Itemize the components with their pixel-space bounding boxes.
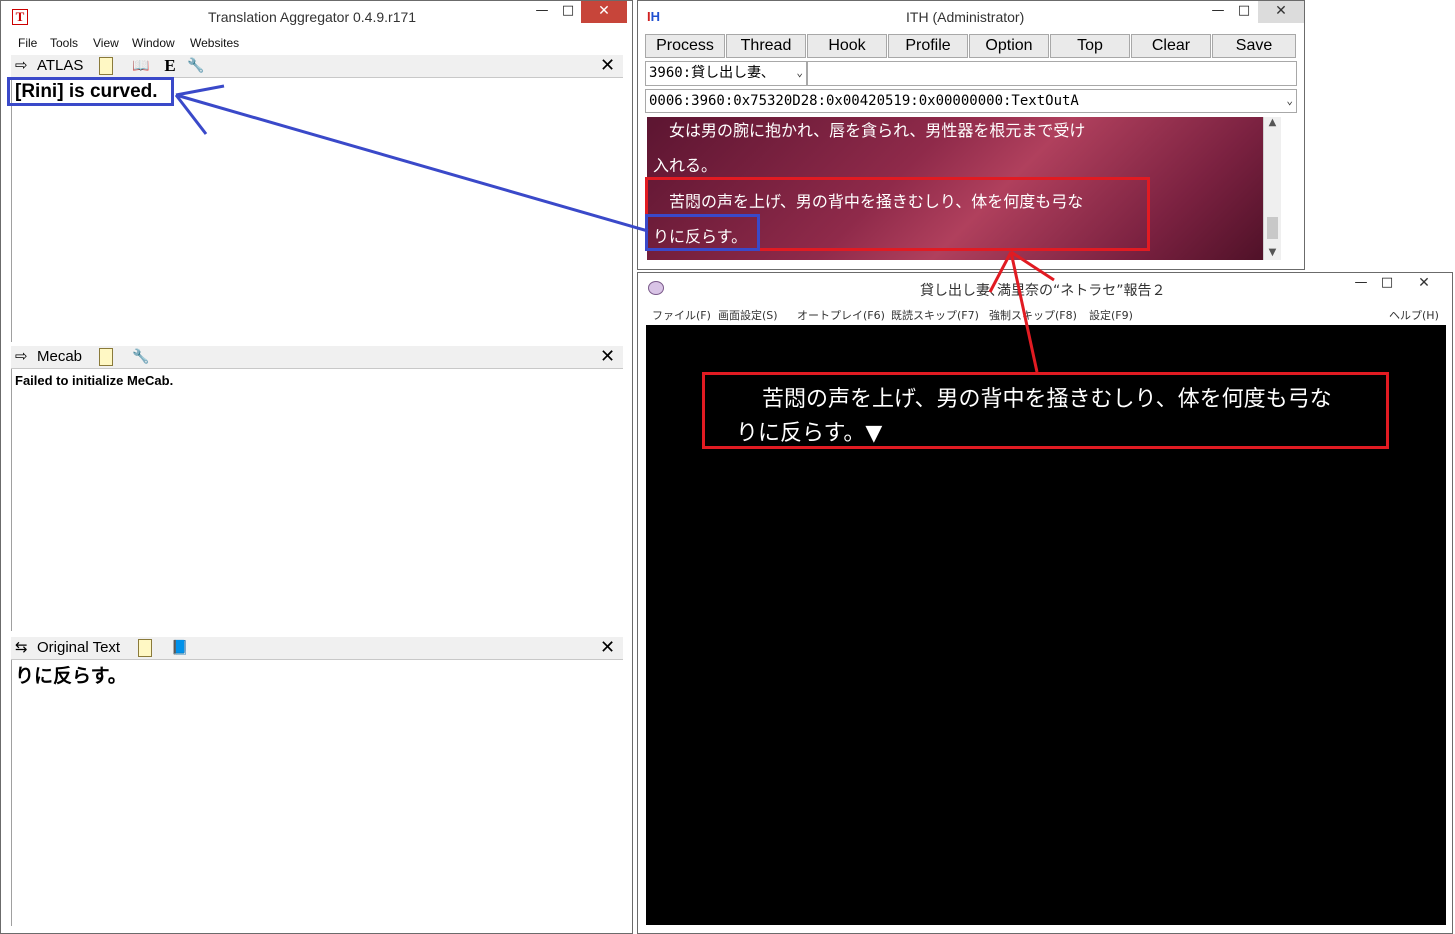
highlight-game-text-box: [702, 372, 1389, 449]
original-pane-title: Original Text: [37, 639, 121, 656]
hook-select[interactable]: 0006:3960:0x75320D28:0x00420519:0x000000…: [645, 89, 1297, 113]
translation-aggregator-window: T Translation Aggregator 0.4.9.r171 — □ …: [0, 0, 633, 934]
hook-select-value: 0006:3960:0x75320D28:0x00420519:0x000000…: [649, 93, 1079, 109]
ith-titlebar[interactable]: IH ITH (Administrator) — □ ✕: [638, 1, 1304, 31]
menu-screen-settings[interactable]: 画面設定(S): [718, 307, 778, 323]
menu-read-skip[interactable]: 既読スキップ(F7): [891, 307, 979, 323]
minimize-button[interactable]: —: [529, 1, 555, 23]
hook-button[interactable]: Hook: [807, 34, 887, 58]
clear-button[interactable]: Clear: [1131, 34, 1211, 58]
minimize-button[interactable]: —: [1348, 273, 1374, 295]
original-pane-body[interactable]: りに反らす。: [11, 660, 624, 926]
arrow-right-icon[interactable]: ⇨: [15, 347, 28, 365]
wrench-icon[interactable]: 🔧: [132, 348, 150, 366]
window-title: 貸し出し妻､満里奈の“ネトラセ”報告２: [920, 283, 1166, 299]
mecab-pane-title: Mecab: [37, 348, 83, 365]
wrench-icon[interactable]: 🔧: [187, 57, 205, 75]
ta-titlebar[interactable]: T Translation Aggregator 0.4.9.r171 — □ …: [1, 1, 632, 31]
scroll-thumb[interactable]: [1267, 217, 1278, 239]
close-icon[interactable]: ✕: [600, 55, 615, 76]
command-input[interactable]: [807, 61, 1297, 86]
mecab-status-text: Failed to initialize MeCab.: [15, 373, 174, 388]
process-select-value: 3960:貸し出し妻､: [649, 65, 769, 81]
atlas-pane-body[interactable]: [Rini] is curved.: [11, 78, 624, 342]
top-button[interactable]: Top: [1050, 34, 1130, 58]
close-button[interactable]: ✕: [1258, 1, 1304, 23]
maximize-button[interactable]: □: [1374, 273, 1400, 295]
menu-settings[interactable]: 設定(F9): [1089, 307, 1133, 323]
scroll-down-icon[interactable]: ▼: [1264, 247, 1281, 258]
highlight-translation-box: [7, 77, 174, 106]
text-line: 女は男の腕に抱かれ、唇を貪られ、男性器を根元まで受け: [669, 121, 1086, 140]
window-title: Translation Aggregator 0.4.9.r171: [208, 9, 417, 25]
option-button[interactable]: Option: [969, 34, 1049, 58]
text-line: 入れる。: [653, 156, 718, 175]
thread-button[interactable]: Thread: [726, 34, 806, 58]
arrows-icon[interactable]: ⇆: [15, 638, 28, 656]
menu-force-skip[interactable]: 強制スキップ(F8): [989, 307, 1077, 323]
mecab-pane-body[interactable]: Failed to initialize MeCab.: [11, 369, 624, 631]
minimize-button[interactable]: —: [1205, 1, 1231, 23]
menu-tools[interactable]: Tools: [50, 36, 78, 50]
menu-help[interactable]: ヘルプ(H): [1389, 307, 1439, 323]
original-text: りに反らす。: [15, 665, 127, 687]
clipboard-icon[interactable]: ​: [99, 57, 113, 75]
original-pane-header: ⇆ Original Text ​ 📘 ✕: [11, 637, 623, 660]
profile-button[interactable]: Profile: [888, 34, 968, 58]
game-titlebar[interactable]: 貸し出し妻､満里奈の“ネトラセ”報告２ — □ ✕: [638, 273, 1452, 303]
save-button[interactable]: Save: [1212, 34, 1296, 58]
vertical-scrollbar[interactable]: ▲ ▼: [1263, 117, 1281, 260]
app-icon: T: [12, 9, 28, 25]
close-icon[interactable]: ✕: [600, 346, 615, 367]
chevron-down-icon: ⌄: [1286, 94, 1293, 107]
highlight-ith-source-box: [645, 214, 760, 251]
menu-window[interactable]: Window: [132, 36, 175, 50]
close-button[interactable]: ✕: [1404, 273, 1444, 295]
menu-view[interactable]: View: [93, 36, 119, 50]
atlas-pane-header: ⇨ ATLAS ​ 📖 E 🔧 ✕: [11, 55, 623, 78]
arrow-right-icon[interactable]: ⇨: [15, 56, 28, 74]
mecab-pane-header: ⇨ Mecab ​ 🔧 ✕: [11, 346, 623, 369]
maximize-button[interactable]: □: [555, 1, 581, 23]
menu-file[interactable]: ファイル(F): [652, 307, 711, 323]
menu-file[interactable]: File: [18, 36, 37, 50]
maximize-button[interactable]: □: [1231, 1, 1257, 23]
atlas-pane-title: ATLAS: [37, 57, 84, 74]
chevron-down-icon: ⌄: [796, 66, 803, 79]
scroll-up-icon[interactable]: ▲: [1264, 117, 1281, 128]
close-icon[interactable]: ✕: [600, 637, 615, 658]
ith-app-icon: IH: [647, 9, 661, 24]
game-menu-bar: ファイル(F) 画面設定(S) オートプレイ(F6) 既読スキップ(F7) 強制…: [638, 304, 1452, 324]
e-icon[interactable]: E: [161, 57, 179, 75]
game-app-icon: [648, 281, 664, 295]
menu-websites[interactable]: Websites: [190, 36, 239, 50]
clipboard-icon[interactable]: ​: [138, 639, 152, 657]
book-icon[interactable]: 📘: [171, 639, 189, 657]
process-button[interactable]: Process: [645, 34, 725, 58]
clipboard-icon[interactable]: ​: [99, 348, 113, 366]
menu-autoplay[interactable]: オートプレイ(F6): [797, 307, 885, 323]
dictionary-icon[interactable]: 📖: [132, 57, 150, 75]
process-select[interactable]: 3960:貸し出し妻､ ⌄: [645, 61, 807, 86]
menu-bar: File Tools View Window Websites: [1, 33, 632, 53]
window-title: ITH (Administrator): [906, 9, 1025, 25]
close-button[interactable]: ✕: [581, 1, 627, 23]
